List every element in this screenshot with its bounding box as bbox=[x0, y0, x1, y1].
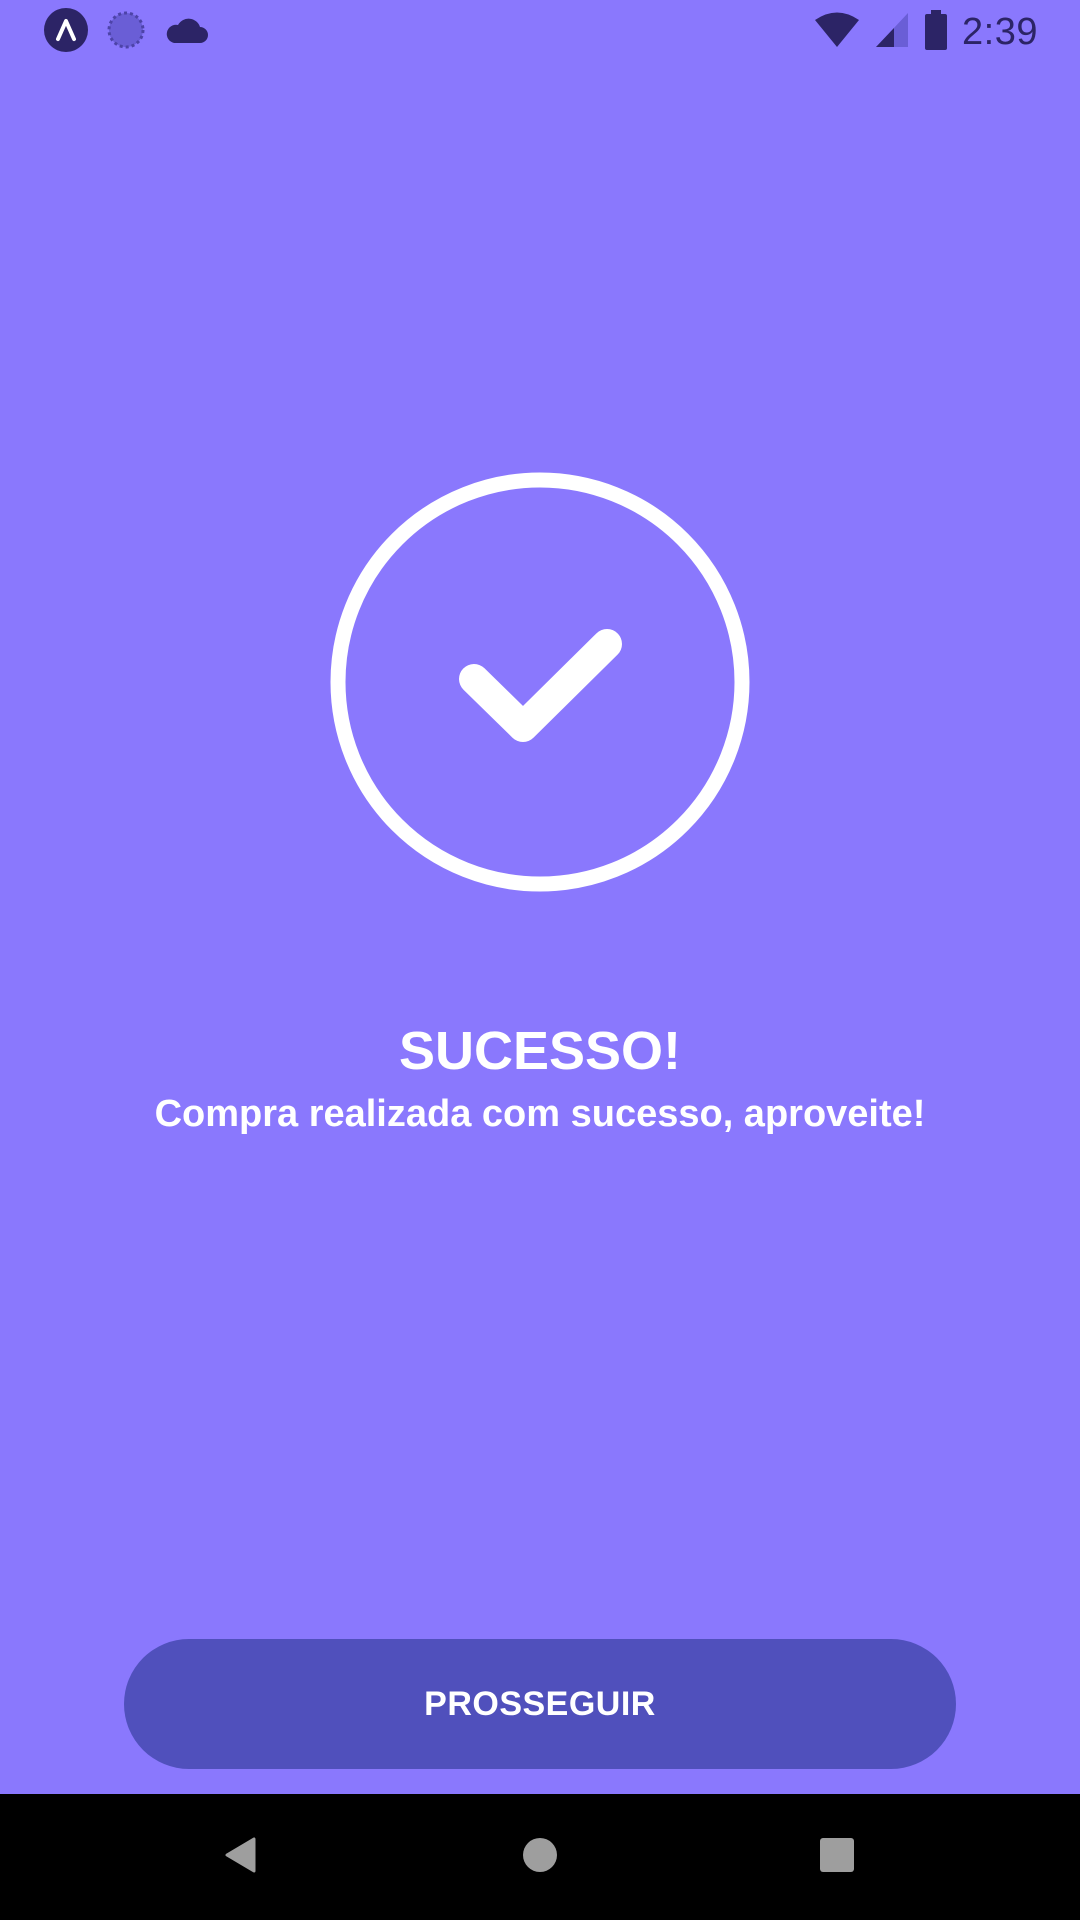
success-screen: SUCESSO! Compra realizada com sucesso, a… bbox=[0, 64, 1080, 1794]
status-bar-right: 2:39 bbox=[814, 9, 1038, 55]
navigation-bar bbox=[0, 1794, 1080, 1920]
status-time: 2:39 bbox=[962, 10, 1038, 53]
signal-icon bbox=[874, 11, 910, 54]
app-launcher-icon bbox=[44, 7, 88, 57]
home-icon bbox=[520, 1835, 560, 1880]
status-bar: 2:39 bbox=[0, 0, 1080, 64]
battery-icon bbox=[924, 9, 948, 55]
proceed-button[interactable]: PROSSEGUIR bbox=[124, 1639, 956, 1769]
recents-button[interactable] bbox=[802, 1822, 872, 1892]
back-icon bbox=[221, 1835, 261, 1880]
cloud-icon bbox=[164, 15, 208, 50]
loading-icon bbox=[106, 10, 146, 55]
back-button[interactable] bbox=[206, 1822, 276, 1892]
success-title: SUCESSO! bbox=[398, 1021, 682, 1081]
home-button[interactable] bbox=[505, 1822, 575, 1892]
success-check-icon bbox=[330, 472, 750, 892]
recents-icon bbox=[817, 1835, 857, 1880]
wifi-icon bbox=[814, 11, 860, 54]
status-bar-left bbox=[44, 7, 208, 57]
success-message: Compra realizada com sucesso, aproveite! bbox=[154, 1093, 926, 1135]
